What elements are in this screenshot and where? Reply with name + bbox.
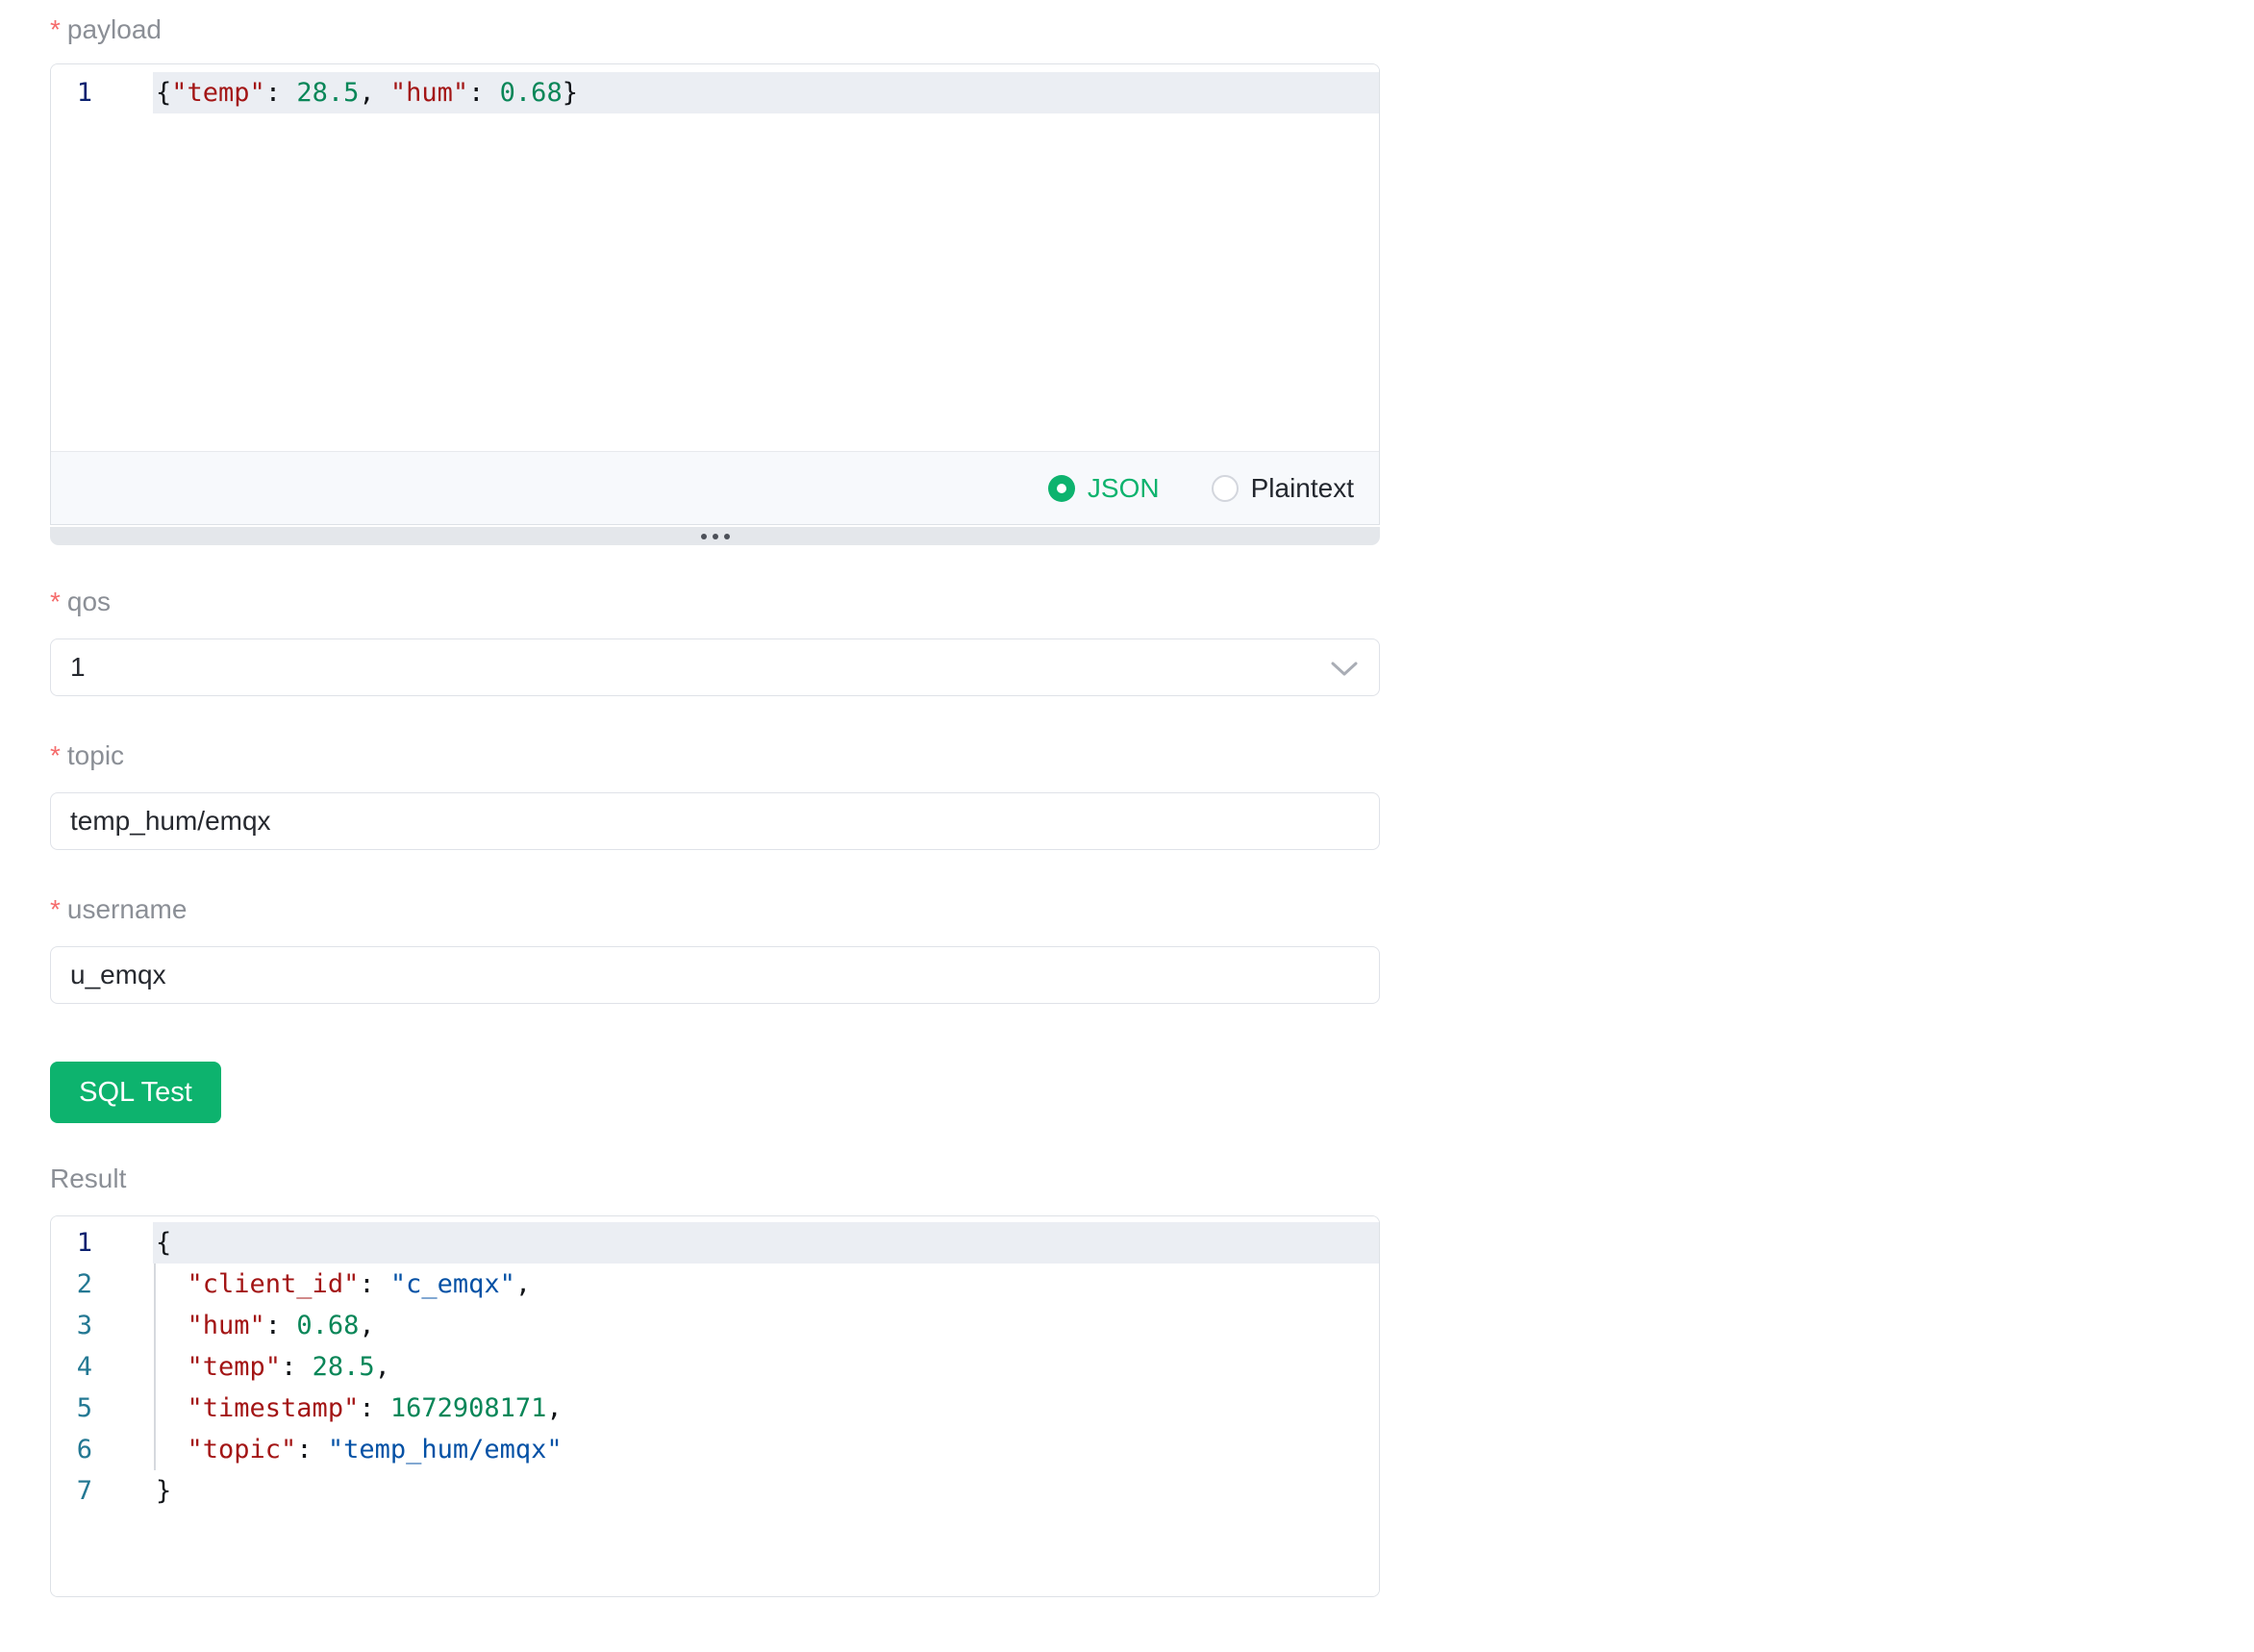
code-text: }: [153, 1470, 1379, 1512]
format-radio-plaintext[interactable]: Plaintext: [1212, 473, 1354, 504]
indent-guide: [154, 1264, 156, 1470]
required-asterisk: *: [50, 14, 61, 44]
topic-field-label: *topic: [50, 739, 1380, 772]
line-number: 4: [51, 1346, 153, 1388]
line-number: 7: [51, 1470, 153, 1512]
code-line: 4 "temp": 28.5,: [51, 1346, 1379, 1388]
payload-field-label: *payload: [50, 13, 1380, 46]
format-radio-json[interactable]: JSON: [1048, 473, 1160, 504]
code-text: "temp": 28.5,: [153, 1346, 1379, 1388]
drag-dots-icon: [701, 534, 707, 539]
payload-code-editor: 1 {"temp": 28.5, "hum": 0.68} JSON Plain…: [50, 63, 1380, 525]
code-line: 3 "hum": 0.68,: [51, 1305, 1379, 1346]
line-number: 1: [51, 72, 153, 113]
line-number: 5: [51, 1388, 153, 1429]
code-text: {: [153, 1222, 1379, 1264]
radio-label-plaintext: Plaintext: [1251, 473, 1354, 504]
line-number: 6: [51, 1429, 153, 1470]
required-asterisk: *: [50, 740, 61, 770]
qos-field-label: *qos: [50, 586, 1380, 618]
code-line: 2 "client_id": "c_emqx",: [51, 1264, 1379, 1305]
payload-label-text: payload: [67, 14, 162, 44]
sql-test-form: *payload 1 {"temp": 28.5, "hum": 0.68} J…: [0, 0, 1385, 1597]
payload-code-text[interactable]: {"temp": 28.5, "hum": 0.68}: [153, 72, 1379, 113]
qos-field: *qos 1: [50, 586, 1380, 696]
payload-code-area[interactable]: 1 {"temp": 28.5, "hum": 0.68}: [51, 64, 1379, 451]
line-number: 2: [51, 1264, 153, 1305]
topic-input[interactable]: [50, 792, 1380, 850]
qos-select-value: 1: [70, 652, 86, 683]
code-text: "timestamp": 1672908171,: [153, 1388, 1379, 1429]
chevron-down-icon: [1331, 662, 1358, 677]
topic-field: *topic: [50, 739, 1380, 850]
code-text: "topic": "temp_hum/emqx": [153, 1429, 1379, 1470]
sql-test-button[interactable]: SQL Test: [50, 1062, 221, 1123]
editor-resize-handle[interactable]: [50, 527, 1380, 545]
drag-dots-icon: [713, 534, 718, 539]
result-code-area[interactable]: 1 { 2 "client_id": "c_emqx", 3 "hum": 0.…: [51, 1216, 1379, 1596]
code-line: 5 "timestamp": 1672908171,: [51, 1388, 1379, 1429]
qos-select[interactable]: 1: [50, 638, 1380, 696]
required-asterisk: *: [50, 894, 61, 924]
payload-field: *payload 1 {"temp": 28.5, "hum": 0.68} J…: [50, 13, 1380, 545]
username-label-text: username: [67, 894, 188, 924]
result-section: Result 1 { 2 "client_id": "c_emqx", 3 "h…: [50, 1163, 1380, 1597]
result-label: Result: [50, 1163, 1380, 1195]
topic-label-text: topic: [67, 740, 124, 770]
code-line[interactable]: 1 {"temp": 28.5, "hum": 0.68}: [51, 72, 1379, 113]
code-text: "client_id": "c_emqx",: [153, 1264, 1379, 1305]
qos-label-text: qos: [67, 587, 111, 616]
radio-label-json: JSON: [1088, 473, 1160, 504]
drag-dots-icon: [724, 534, 730, 539]
username-input[interactable]: [50, 946, 1380, 1004]
code-line: 7 }: [51, 1470, 1379, 1512]
radio-unselected-icon: [1212, 475, 1239, 502]
line-number: 1: [51, 1222, 153, 1264]
line-number: 3: [51, 1305, 153, 1346]
code-line: 6 "topic": "temp_hum/emqx": [51, 1429, 1379, 1470]
code-line: 1 {: [51, 1222, 1379, 1264]
required-asterisk: *: [50, 587, 61, 616]
code-text: "hum": 0.68,: [153, 1305, 1379, 1346]
username-field: *username: [50, 893, 1380, 1004]
result-code-viewer: 1 { 2 "client_id": "c_emqx", 3 "hum": 0.…: [50, 1215, 1380, 1597]
payload-format-bar: JSON Plaintext: [51, 451, 1379, 524]
radio-selected-icon: [1048, 475, 1075, 502]
username-field-label: *username: [50, 893, 1380, 926]
